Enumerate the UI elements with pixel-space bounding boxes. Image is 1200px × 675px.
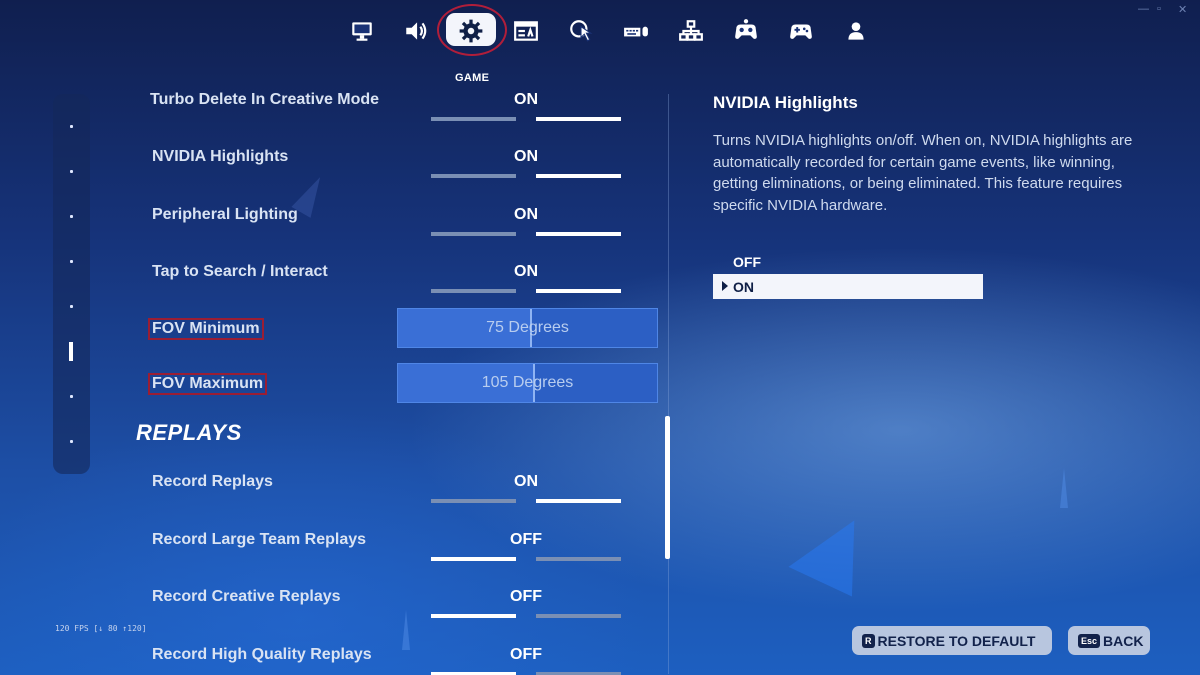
record-creative-replays-toggle[interactable]: OFF	[431, 588, 621, 628]
account-icon	[848, 22, 864, 40]
help-description: Turns NVIDIA highlights on/off. When on,…	[713, 132, 1133, 214]
gear-icon	[459, 19, 483, 43]
toggle-value: OFF	[510, 588, 542, 605]
record-high-quality-replays-toggle[interactable]: OFF	[431, 646, 621, 675]
touch-icon	[570, 20, 593, 42]
toggle-off-segment	[431, 289, 516, 293]
background-shard	[402, 610, 410, 650]
speaker-icon	[406, 22, 427, 40]
toggle-off-segment	[431, 614, 516, 618]
maximize-window-button[interactable]: ▫	[1157, 3, 1161, 15]
toggle-value: ON	[514, 206, 538, 223]
toggle-off-segment	[431, 499, 516, 503]
toggle-value: ON	[514, 473, 538, 490]
background-shard	[1060, 468, 1068, 508]
toggle-off-segment	[431, 174, 516, 178]
toggle-on-segment	[536, 557, 621, 561]
settings-scrollbar[interactable]	[665, 416, 670, 559]
scroll-nav-dot[interactable]	[70, 395, 73, 398]
controller-settings-icon	[735, 19, 757, 39]
scroll-nav-dot[interactable]	[70, 305, 73, 308]
option-label: OFF	[733, 254, 761, 270]
nvidia-highlights-toggle[interactable]: ON	[431, 148, 621, 188]
setting-label: NVIDIA Highlights	[152, 148, 289, 165]
tab-touch[interactable]	[559, 12, 603, 50]
setting-label: Peripheral Lighting	[152, 206, 298, 223]
setting-label: Record High Quality Replays	[152, 646, 372, 663]
tab-controller-settings[interactable]	[724, 12, 768, 50]
fov-minimum-slider[interactable]: 75 Degrees	[397, 308, 658, 348]
option-on[interactable]: ON	[713, 274, 983, 299]
active-tab-label: GAME	[455, 72, 490, 84]
scroll-nav-dot[interactable]	[70, 170, 73, 173]
network-icon	[679, 20, 703, 41]
toggle-value: ON	[514, 263, 538, 280]
turbo-delete-toggle[interactable]: ON	[431, 91, 621, 131]
peripheral-lighting-toggle[interactable]: ON	[431, 206, 621, 246]
tab-input[interactable]	[614, 12, 658, 50]
tap-to-search-toggle[interactable]: ON	[431, 263, 621, 303]
fps-readout: 120 FPS [↓ 80 ↑120]	[55, 624, 147, 633]
toggle-value: OFF	[510, 531, 542, 548]
close-window-button[interactable]: ✕	[1178, 3, 1187, 16]
option-label: ON	[733, 279, 754, 295]
accessibility-icon	[514, 21, 538, 41]
tab-display[interactable]	[340, 12, 384, 50]
tab-accessibility[interactable]	[504, 12, 548, 50]
setting-label: Record Replays	[152, 473, 273, 490]
setting-label: Turbo Delete In Creative Mode	[150, 91, 380, 108]
esc-key-icon: Esc	[1078, 633, 1101, 648]
r-key-icon: R	[862, 633, 875, 648]
replays-section-title: REPLAYS	[136, 420, 242, 445]
scroll-nav-dot[interactable]	[70, 260, 73, 263]
back-button-label: BACK	[1103, 632, 1144, 649]
scroll-nav-dot[interactable]	[70, 125, 73, 128]
toggle-on-segment	[536, 117, 621, 121]
tab-network[interactable]	[669, 12, 713, 50]
help-title: NVIDIA Highlights	[713, 93, 858, 112]
setting-label: FOV Minimum	[148, 318, 264, 340]
fov-maximum-slider[interactable]: 105 Degrees	[397, 363, 658, 403]
restore-button-label: RESTORE TO DEFAULT	[877, 632, 1036, 649]
caret-right-icon	[722, 281, 728, 291]
setting-label: Record Large Team Replays	[152, 531, 367, 548]
setting-label: Record Creative Replays	[152, 588, 341, 605]
toggle-value: ON	[514, 91, 538, 108]
toggle-on-segment	[536, 614, 621, 618]
record-large-team-replays-toggle[interactable]: OFF	[431, 531, 621, 571]
restore-to-default-button[interactable]: R RESTORE TO DEFAULT	[852, 626, 1052, 655]
keyboard-mouse-icon	[624, 26, 648, 37]
setting-label: FOV Maximum	[148, 373, 268, 395]
toggle-on-segment	[536, 174, 621, 178]
setting-label: Tap to Search / Interact	[152, 263, 328, 280]
slider-value: 75 Degrees	[486, 319, 569, 336]
toggle-on-segment	[536, 289, 621, 293]
toggle-value: ON	[514, 148, 538, 165]
monitor-icon	[352, 22, 372, 41]
minimize-window-button[interactable]: —	[1138, 3, 1149, 15]
tab-audio[interactable]	[394, 12, 438, 50]
background-shard	[788, 503, 882, 597]
settings-tab-bar: GAME	[340, 4, 870, 84]
toggle-off-segment	[431, 232, 516, 236]
scroll-nav-current[interactable]	[69, 342, 73, 361]
toggle-on-segment	[536, 499, 621, 503]
back-button[interactable]: Esc BACK	[1068, 626, 1150, 655]
section-scroll-nav[interactable]	[53, 94, 90, 474]
option-off[interactable]: OFF	[713, 249, 983, 274]
toggle-value: OFF	[510, 646, 542, 663]
tab-game[interactable]	[437, 4, 507, 56]
scroll-nav-dot[interactable]	[70, 215, 73, 218]
record-replays-toggle[interactable]: ON	[431, 473, 621, 513]
tab-account[interactable]	[834, 12, 878, 50]
toggle-off-segment	[431, 557, 516, 561]
toggle-on-segment	[536, 232, 621, 236]
gamepad-icon	[790, 24, 812, 39]
pane-divider	[668, 94, 669, 674]
tab-controller[interactable]	[779, 12, 823, 50]
toggle-off-segment	[431, 117, 516, 121]
scroll-nav-dot[interactable]	[70, 440, 73, 443]
slider-value: 105 Degrees	[481, 374, 574, 391]
